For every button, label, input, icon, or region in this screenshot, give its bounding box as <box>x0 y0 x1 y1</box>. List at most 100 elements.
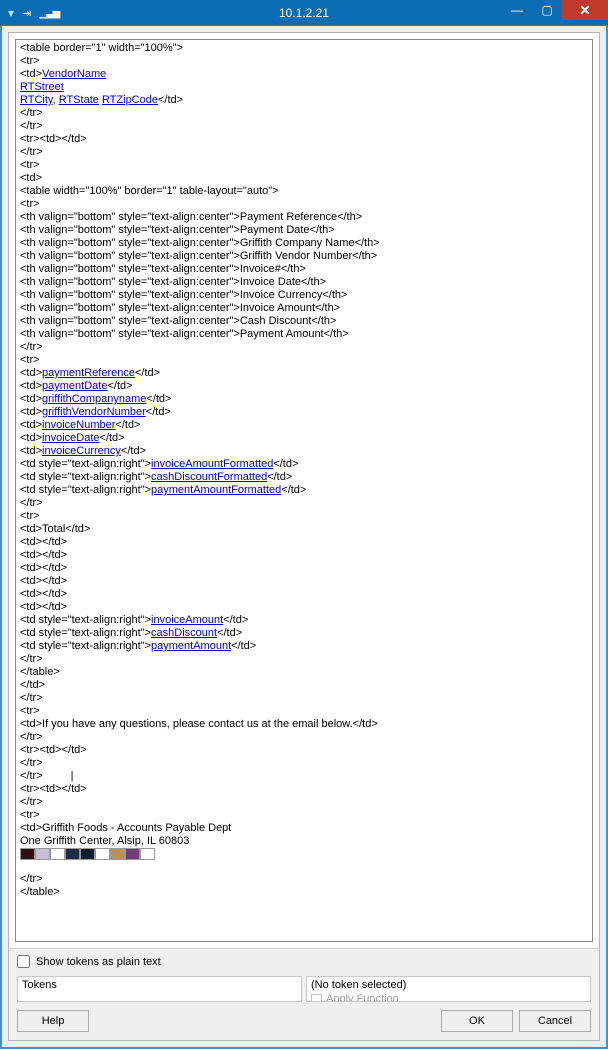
code-line: <tr> <box>20 809 40 821</box>
color-swatch[interactable] <box>110 848 125 860</box>
token-rtcity[interactable]: RTCity <box>20 94 53 106</box>
code-line: <th valign="bottom" style="text-align:ce… <box>20 250 377 262</box>
code-line: <td>Griffith Foods - Accounts Payable De… <box>20 822 231 834</box>
color-swatch[interactable] <box>50 848 65 860</box>
token-griffithvendornumber[interactable]: griffithVendorNumber <box>42 406 146 418</box>
code-text: <td style="text-align:right"> <box>20 458 151 470</box>
code-text: </td> <box>281 484 306 496</box>
show-plain-label: Show tokens as plain text <box>36 956 161 968</box>
show-plain-checkbox[interactable] <box>17 955 30 968</box>
code-line: <tr> <box>20 510 40 522</box>
code-line: </table> <box>20 666 60 678</box>
color-swatch[interactable] <box>95 848 110 860</box>
code-text: <td style="text-align:right"> <box>20 627 151 639</box>
token-cashdiscount[interactable]: cashDiscount <box>151 627 217 639</box>
token-invoicecurrency[interactable]: invoiceCurrency <box>42 445 121 457</box>
color-swatch[interactable] <box>140 848 155 860</box>
titlebar: ▾ ⇥ ▁▃▅ 10.1.2.21 — ▢ ✕ <box>0 0 608 26</box>
code-line: <th valign="bottom" style="text-align:ce… <box>20 315 336 327</box>
code-line: </table> <box>20 886 60 898</box>
token-rtstreet[interactable]: RTStreet <box>20 81 64 93</box>
token-invoiceamountformatted[interactable]: invoiceAmountFormatted <box>151 458 273 470</box>
code-line: <td>If you have any questions, please co… <box>20 718 378 730</box>
close-button[interactable]: ✕ <box>562 0 608 20</box>
token-invoiceamount[interactable]: invoiceAmount <box>151 614 223 626</box>
color-swatch[interactable] <box>125 848 140 860</box>
code-line: <td></td> <box>20 562 67 574</box>
code-line: </tr> <box>20 120 43 132</box>
code-text: </td> <box>121 445 146 457</box>
minimize-button[interactable]: — <box>502 0 532 20</box>
code-line: </tr> <box>20 341 43 353</box>
code-line: <th valign="bottom" style="text-align:ce… <box>20 224 335 236</box>
dialog-bottom: Show tokens as plain text Tokens (No tok… <box>9 948 599 1040</box>
code-line: <tr> <box>20 354 40 366</box>
code-text: </td> <box>107 380 132 392</box>
color-swatch-row <box>20 848 588 860</box>
code-line: <td></td> <box>20 549 67 561</box>
code-line: <td></td> <box>20 536 67 548</box>
code-line: <tr> <box>20 55 40 67</box>
token-vendorname[interactable]: VendorName <box>42 68 106 80</box>
code-text: </td> <box>217 627 242 639</box>
token-paymentreference[interactable]: paymentReference <box>42 367 135 379</box>
code-text: </td> <box>231 640 256 652</box>
help-button[interactable]: Help <box>17 1010 89 1032</box>
token-rtstate[interactable]: RTState <box>59 94 99 106</box>
code-text: <td> <box>20 445 42 457</box>
show-plain-row: Show tokens as plain text <box>17 953 591 972</box>
token-rtzipcode[interactable]: RTZipCode <box>102 94 158 106</box>
ok-button[interactable]: OK <box>441 1010 513 1032</box>
text-caret: | <box>71 770 74 782</box>
code-text: </td> <box>267 471 292 483</box>
code-line: </tr> <box>20 692 43 704</box>
tokens-panel[interactable]: Tokens <box>17 976 302 1002</box>
code-text: </td> <box>146 393 171 405</box>
code-line: </tr> <box>20 770 43 782</box>
dropdown-arrow-icon[interactable]: ▾ <box>8 6 14 20</box>
code-text: <td> <box>20 68 42 80</box>
token-paymentamount[interactable]: paymentAmount <box>151 640 231 652</box>
token-cashdiscountformatted[interactable]: cashDiscountFormatted <box>151 471 267 483</box>
code-text: <td style="text-align:right"> <box>20 614 151 626</box>
button-row: Help OK Cancel <box>17 1006 591 1032</box>
color-swatch[interactable] <box>20 848 35 860</box>
code-line: </tr> <box>20 873 43 885</box>
code-line: <td></td> <box>20 575 67 587</box>
code-text: <td style="text-align:right"> <box>20 640 151 652</box>
code-line: <table border="1" width="100%"> <box>20 42 183 54</box>
token-paymentdate[interactable]: paymentDate <box>42 380 107 392</box>
code-line: <th valign="bottom" style="text-align:ce… <box>20 328 349 340</box>
code-line: </tr> <box>20 731 43 743</box>
code-text: <td style="text-align:right"> <box>20 471 151 483</box>
window-controls: — ▢ ✕ <box>502 0 608 26</box>
code-text: <td> <box>20 367 42 379</box>
token-griffithcompanyname[interactable]: griffithCompanyname <box>42 393 146 405</box>
code-line: <table width="100%" border="1" table-lay… <box>20 185 279 197</box>
pin-icon[interactable]: ⇥ <box>22 7 31 20</box>
color-swatch[interactable] <box>65 848 80 860</box>
token-invoicenumber[interactable]: invoiceNumber <box>42 419 115 431</box>
code-line: <th valign="bottom" style="text-align:ce… <box>20 237 380 249</box>
code-text: <td> <box>20 406 42 418</box>
code-line: </td> <box>20 679 45 691</box>
cancel-button[interactable]: Cancel <box>519 1010 591 1032</box>
color-swatch[interactable] <box>80 848 95 860</box>
code-text: </td> <box>146 406 171 418</box>
code-line: </tr> <box>20 757 43 769</box>
token-invoicedate[interactable]: invoiceDate <box>42 432 99 444</box>
code-line: </tr> <box>20 796 43 808</box>
code-text: </td> <box>135 367 160 379</box>
code-line: <tr><td></td> <box>20 133 87 145</box>
code-text: </td> <box>223 614 248 626</box>
window-client: <table border="1" width="100%"> <tr> <td… <box>0 26 608 1049</box>
code-line: </tr> <box>20 107 43 119</box>
color-swatch[interactable] <box>35 848 50 860</box>
token-paymentamountformatted[interactable]: paymentAmountFormatted <box>151 484 281 496</box>
apply-function-checkbox[interactable] <box>311 994 322 1003</box>
code-text: <td style="text-align:right"> <box>20 484 151 496</box>
code-line: <td></td> <box>20 588 67 600</box>
template-editor[interactable]: <table border="1" width="100%"> <tr> <td… <box>15 39 593 942</box>
maximize-button[interactable]: ▢ <box>532 0 562 20</box>
code-text: </td> <box>100 432 125 444</box>
